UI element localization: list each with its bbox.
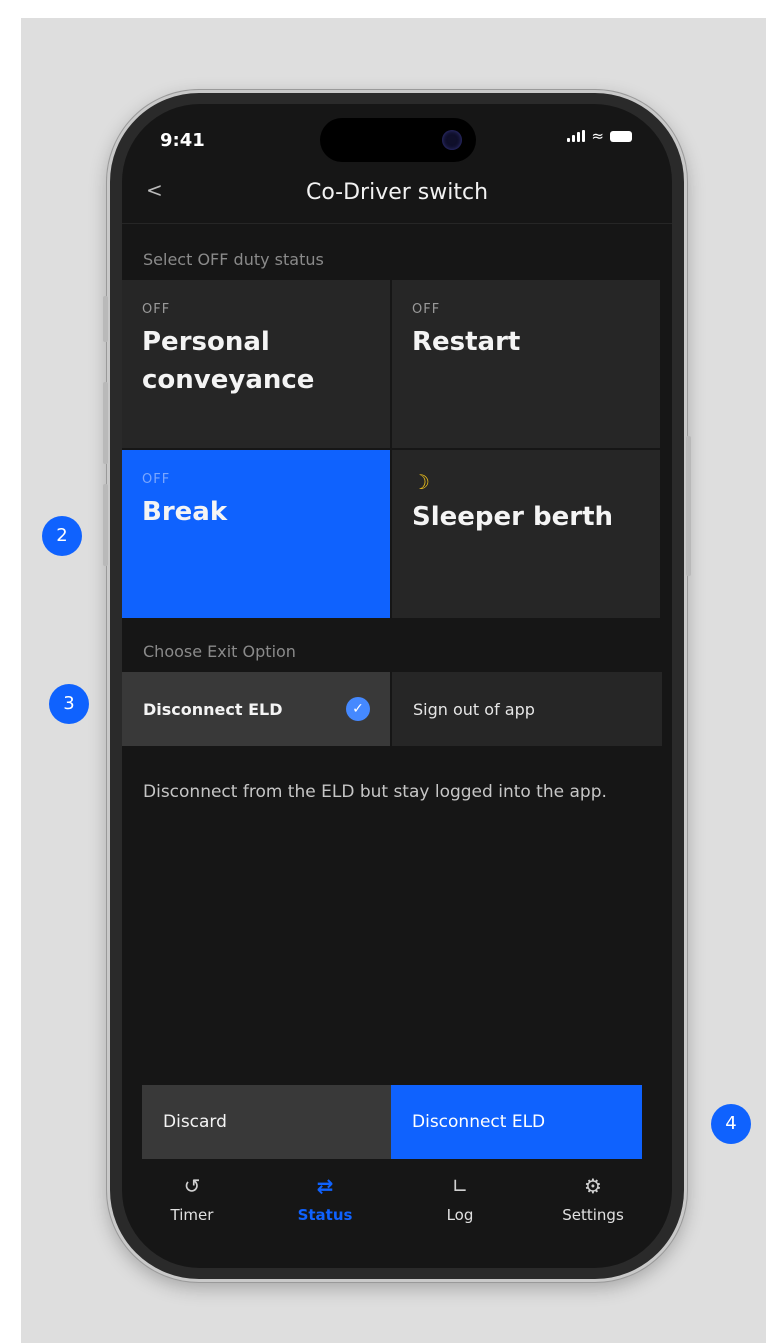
tab-status[interactable]: ⇄ Status bbox=[265, 1172, 385, 1224]
switch-icon: ⇄ bbox=[316, 1174, 334, 1198]
exit-option-label: Sign out of app bbox=[413, 699, 535, 719]
volume-up-button bbox=[103, 382, 108, 464]
exit-description: Disconnect from the ELD but stay logged … bbox=[143, 782, 607, 802]
exit-option-disconnect-eld[interactable]: Disconnect ELD ✓ bbox=[122, 672, 390, 746]
wifi-icon: ≈ bbox=[591, 127, 604, 145]
tile-sleeper-berth[interactable]: ☽ Sleeper berth bbox=[392, 450, 660, 618]
page-title: Co-Driver switch bbox=[305, 180, 489, 205]
battery-icon bbox=[610, 130, 632, 142]
exit-option-sign-out[interactable]: Sign out of app bbox=[392, 672, 662, 746]
tile-prefix: OFF bbox=[412, 302, 441, 317]
moon-icon: ☽ bbox=[412, 470, 430, 494]
exit-option-label: Choose Exit Option bbox=[143, 642, 296, 661]
discard-button[interactable]: Discard bbox=[142, 1085, 391, 1159]
tile-prefix: OFF bbox=[142, 472, 171, 487]
phone-screen: 9:41 ≈ < Co-Driver switch Select OFF dut… bbox=[122, 104, 672, 1268]
history-icon: ↺ bbox=[183, 1174, 201, 1198]
tile-prefix: OFF bbox=[142, 302, 171, 317]
volume-down-button bbox=[103, 484, 108, 566]
tile-title: Break bbox=[142, 497, 228, 527]
tile-restart[interactable]: OFF Restart bbox=[392, 280, 660, 448]
tab-label: Log bbox=[446, 1206, 474, 1224]
tab-timer[interactable]: ↺ Timer bbox=[132, 1172, 252, 1224]
tile-break[interactable]: OFF Break bbox=[122, 450, 390, 618]
nav-bar: < Co-Driver switch bbox=[122, 166, 672, 224]
step-marker-3: 3 bbox=[49, 684, 89, 724]
action-bar: Discard Disconnect ELD bbox=[142, 1085, 642, 1159]
tab-log[interactable]: ∟ Log bbox=[400, 1172, 520, 1224]
gear-icon: ⚙ bbox=[584, 1174, 602, 1198]
tile-title: Sleeper berth bbox=[412, 502, 614, 532]
tab-label: Settings bbox=[562, 1206, 624, 1224]
step-marker-4: 4 bbox=[711, 1104, 751, 1144]
step-marker-2: 2 bbox=[42, 516, 82, 556]
checkmark-icon: ✓ bbox=[346, 697, 370, 721]
tab-settings[interactable]: ⚙ Settings bbox=[533, 1172, 653, 1224]
status-icons: ≈ bbox=[567, 127, 632, 145]
camera-icon bbox=[442, 130, 462, 150]
tab-label: Status bbox=[297, 1206, 353, 1224]
action-button bbox=[103, 296, 108, 342]
tile-title: Personal conveyance bbox=[142, 327, 315, 395]
tab-label: Timer bbox=[170, 1206, 214, 1224]
signal-icon bbox=[567, 130, 586, 142]
exit-option-label: Disconnect ELD bbox=[143, 699, 283, 719]
tile-personal-conveyance[interactable]: OFF Personal conveyance bbox=[122, 280, 390, 448]
off-duty-grid: OFF Personal conveyance OFF Restart OFF … bbox=[122, 280, 662, 618]
exit-options: Disconnect ELD ✓ Sign out of app bbox=[122, 672, 662, 746]
status-time: 9:41 bbox=[160, 130, 205, 151]
disconnect-eld-button[interactable]: Disconnect ELD bbox=[391, 1085, 642, 1159]
tile-title: Restart bbox=[412, 327, 521, 357]
tab-bar: ↺ Timer ⇄ Status ∟ Log ⚙ Settings bbox=[122, 1172, 672, 1252]
power-button bbox=[686, 436, 691, 576]
log-chart-icon: ∟ bbox=[451, 1174, 469, 1198]
off-duty-label: Select OFF duty status bbox=[143, 250, 324, 269]
